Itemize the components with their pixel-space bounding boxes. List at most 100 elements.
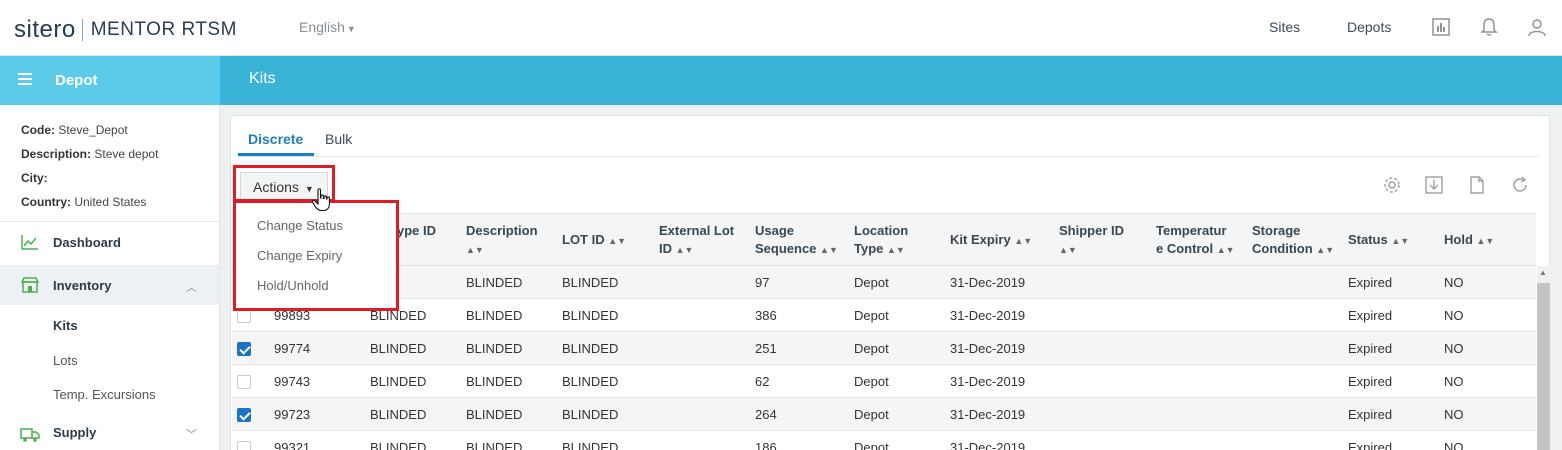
col-header-description[interactable]: Description ▲▼ (466, 222, 538, 259)
col-header-shipper-id[interactable]: Shipper ID ▲▼ (1059, 222, 1124, 259)
cell-location-type: Depot (854, 275, 889, 290)
sort-icon: ▲▼ (820, 245, 838, 255)
language-label: English (299, 19, 345, 35)
document-icon[interactable] (1467, 175, 1487, 195)
table-row[interactable]: 99893 BLINDED BLINDED BLINDED 386 Depot 31-Dec… (232, 299, 1536, 332)
top-bar: sitero MENTOR RTSM English ▼ Sites Depots (0, 0, 1562, 56)
table-row[interactable]: 99321 BLINDED BLINDED BLINDED 186 Depot 31-Dec… (232, 431, 1536, 450)
cell-hold: NO (1444, 308, 1464, 323)
cell-kit-type: BLINDED (370, 341, 427, 356)
sort-icon: ▲▼ (466, 245, 484, 255)
sidebar-subitem-lots[interactable]: Lots (53, 353, 78, 368)
cell-description: BLINDED (466, 407, 523, 422)
depot-city: City: (21, 171, 48, 185)
depot-code: Code: Steve_Depot (21, 123, 128, 137)
table-header: ype ID Description ▲▼ LOT ID ▲▼ External … (232, 213, 1536, 266)
cell-hold: NO (1444, 407, 1464, 422)
cell-description: BLINDED (466, 308, 523, 323)
col-header-hold[interactable]: Hold ▲▼ (1444, 231, 1494, 250)
cell-kit-expiry: 31-Dec-2019 (950, 275, 1026, 290)
cell-status: Expired (1348, 341, 1393, 356)
table-row[interactable]: 99723 BLINDED BLINDED BLINDED 264 Depot 31-Dec… (232, 398, 1536, 431)
cell-kit-expiry: 31-Dec-2019 (950, 308, 1026, 323)
chevron-up-icon[interactable]: ︿ (186, 279, 197, 295)
sidebar-subitem-temp-excursions[interactable]: Temp. Excursions (53, 387, 156, 402)
cell-usage-sequence: 251 (755, 341, 777, 356)
settings-icon[interactable] (1382, 175, 1402, 195)
caret-down-icon: ▼ (346, 24, 356, 34)
cell-hold: NO (1444, 440, 1464, 450)
sort-icon: ▲▼ (887, 245, 905, 255)
row-checkbox[interactable] (237, 342, 251, 356)
sort-icon: ▲▼ (1476, 236, 1495, 246)
sidebar-header (0, 56, 220, 105)
cell-location-type: Depot (854, 308, 889, 323)
refresh-icon[interactable] (1510, 175, 1530, 195)
sidebar-label-supply: Supply (53, 425, 97, 440)
user-icon[interactable] (1526, 16, 1548, 38)
cell-kit-expiry: 31-Dec-2019 (950, 440, 1026, 450)
cell-location-type: Depot (854, 440, 889, 450)
sort-icon: ▲▼ (675, 245, 694, 255)
scroll-up-icon[interactable]: ▲ (1539, 268, 1547, 277)
cell-description: BLINDED (466, 440, 523, 450)
nav-link-sites[interactable]: Sites (1269, 19, 1300, 35)
tab-discrete[interactable]: Discrete (248, 131, 303, 147)
col-header-usage-sequence[interactable]: Usage Sequence ▲▼ (755, 222, 838, 259)
table-row[interactable]: DEDBLINDEDBLINDED97Depot31-Dec-2019Expir… (232, 266, 1536, 299)
tab-bulk[interactable]: Bulk (325, 131, 352, 147)
depot-info: Code: Steve_Depot Description: Steve dep… (21, 118, 158, 214)
row-checkbox[interactable] (237, 408, 251, 422)
table-row[interactable]: 99774 BLINDED BLINDED BLINDED 251 Depot 31-Dec… (232, 332, 1536, 365)
cell-status: Expired (1348, 308, 1393, 323)
sidebar-subitem-kits[interactable]: Kits (53, 318, 78, 333)
page-header-band (0, 56, 1562, 105)
row-checkbox[interactable] (237, 309, 251, 323)
chart-icon (21, 235, 38, 250)
col-header-kit-type[interactable]: ype ID (397, 222, 436, 240)
sidebar-title: Depot (55, 72, 98, 89)
cell-kit-type: BLINDED (370, 440, 427, 450)
cell-description: BLINDED (466, 374, 523, 389)
col-header-location-type[interactable]: Location Type ▲▼ (854, 222, 908, 259)
hamburger-menu-icon[interactable] (18, 73, 32, 85)
cell-description: BLINDED (466, 341, 523, 356)
table-row[interactable]: 99743 BLINDED BLINDED BLINDED 62 Depot 31-Dec-… (232, 365, 1536, 398)
col-header-lot-id[interactable]: LOT ID ▲▼ (562, 231, 626, 250)
depot-description: Description: Steve depot (21, 147, 159, 161)
scrollbar-thumb[interactable] (1537, 283, 1550, 450)
cell-kit-expiry: 31-Dec-2019 (950, 341, 1026, 356)
cell-hold: NO (1444, 374, 1464, 389)
hand-cursor-icon (311, 188, 330, 212)
sidebar-item-inventory[interactable]: Inventory ︿ (0, 265, 219, 305)
cell-hold: NO (1444, 341, 1464, 356)
cell-lot-id: BLINDED (562, 407, 619, 422)
cell-usage-sequence: 97 (755, 275, 770, 290)
sort-icon: ▲▼ (1216, 245, 1235, 255)
cell-status: Expired (1348, 407, 1393, 422)
cell-lot-id: BLINDED (562, 308, 619, 323)
col-header-temperature-control[interactable]: Temperatur e Control ▲▼ (1156, 222, 1235, 259)
row-checkbox[interactable] (237, 375, 251, 389)
nav-link-depots[interactable]: Depots (1347, 19, 1391, 35)
cell-kit-type: BLINDED (370, 374, 427, 389)
col-header-status[interactable]: Status ▲▼ (1348, 231, 1409, 250)
cell-kit-type: BLINDED (370, 407, 427, 422)
chevron-down-icon[interactable]: ﹀ (186, 426, 197, 442)
sidebar-item-supply[interactable]: Supply ﹀ (0, 412, 219, 450)
col-header-kit-expiry[interactable]: Kit Expiry ▲▼ (950, 231, 1032, 250)
col-header-storage-condition[interactable]: Storage Condition ▲▼ (1252, 222, 1334, 259)
reports-icon[interactable] (1430, 16, 1452, 38)
sort-icon: ▲▼ (1059, 245, 1077, 255)
cell-location-type: Depot (854, 407, 889, 422)
logo[interactable]: sitero MENTOR RTSM (14, 16, 237, 44)
row-checkbox[interactable] (237, 441, 251, 450)
bell-icon[interactable] (1478, 16, 1500, 38)
col-header-external-lot-id[interactable]: External Lot ID ▲▼ (659, 222, 734, 259)
sidebar-item-dashboard[interactable]: Dashboard (0, 222, 219, 262)
cell-status: Expired (1348, 275, 1393, 290)
download-icon[interactable] (1424, 175, 1444, 195)
tab-divider (238, 156, 1538, 157)
sidebar-label-inventory: Inventory (53, 278, 112, 293)
language-selector[interactable]: English ▼ (299, 19, 356, 35)
